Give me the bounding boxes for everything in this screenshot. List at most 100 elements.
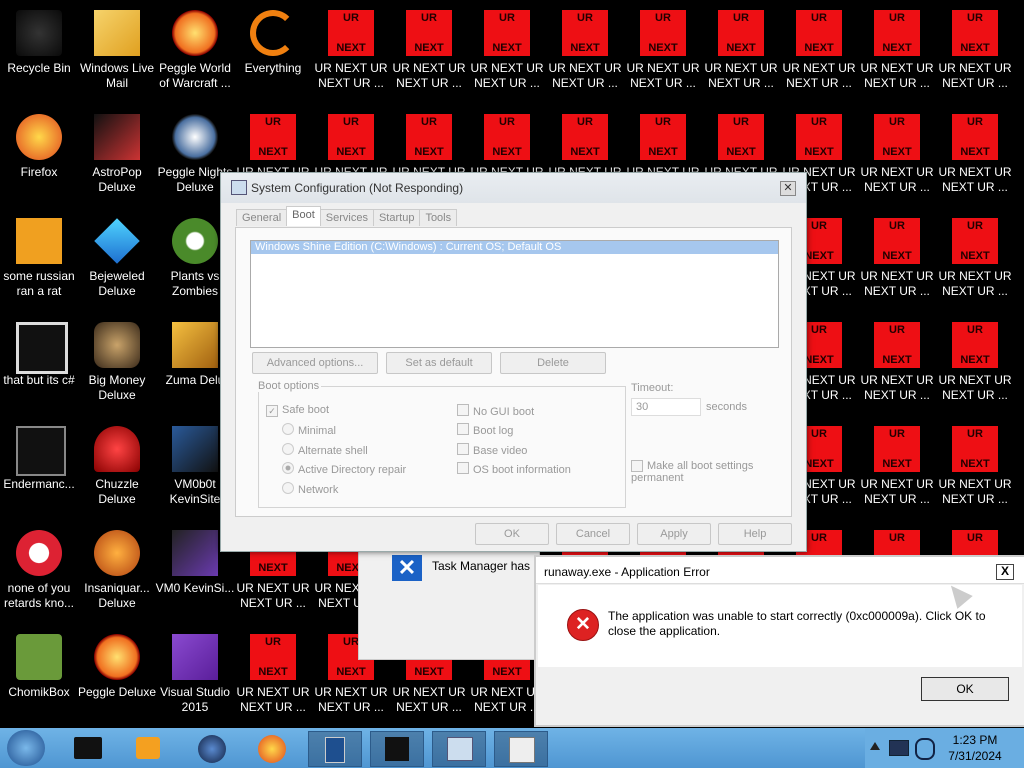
desktop-icon-ur-next[interactable]: UR NEXT UR NEXT URNEXT UR ... [936, 214, 1014, 314]
no-gui-boot-checkbox[interactable]: No GUI boot [457, 404, 534, 418]
desktop-icon-ur-next[interactable]: UR NEXT UR NEXT URNEXT UR ... [936, 422, 1014, 522]
desktop-icon-peggle-wow[interactable]: Peggle World of Warcraft ... [156, 6, 234, 106]
desktop-icon-ur-next[interactable]: UR NEXT UR NEXT URNEXT UR ... [858, 6, 936, 106]
apply-button[interactable]: Apply [637, 523, 711, 545]
tab-general[interactable]: General [236, 209, 288, 226]
tab-startup[interactable]: Startup [372, 209, 421, 226]
ur-text: UR [655, 116, 671, 128]
desktop-icon-chomikbox[interactable]: ChomikBox [0, 630, 78, 730]
os-list[interactable]: Windows Shine Edition (C:\Windows) : Cur… [250, 240, 779, 348]
close-button[interactable]: X [996, 564, 1014, 580]
desktop-icon-ur-next[interactable]: UR NEXT UR NEXT URNEXT UR ... [936, 110, 1014, 210]
next-text: NEXT [258, 146, 288, 158]
start-button[interactable] [7, 730, 45, 766]
make-permanent-checkbox[interactable]: Make all boot settings permanent [631, 460, 771, 484]
desktop-icon-ur-next[interactable]: UR NEXT UR NEXT URNEXT UR ... [858, 214, 936, 314]
next-text: NEXT [414, 146, 444, 158]
ur-next-label-line2: NEXT UR ... [942, 388, 1008, 402]
taskbar-explorer-icon[interactable] [62, 731, 114, 765]
os-boot-info-checkbox[interactable]: OS boot information [457, 462, 571, 476]
ur-next-label: UR NEXT URNEXT UR ... [544, 61, 626, 91]
ok-button[interactable]: OK [921, 677, 1009, 701]
ur-next-label-line2: NEXT UR ... [942, 492, 1008, 506]
network-radio[interactable]: Network [282, 482, 338, 496]
recycle-bin-icon [16, 10, 62, 56]
ur-next-label-line1: UR NEXT UR [860, 269, 934, 283]
help-button[interactable]: Help [718, 523, 792, 545]
ad-repair-radio[interactable]: Active Directory repair [282, 462, 406, 476]
tab-services[interactable]: Services [319, 209, 374, 226]
ur-next-label-line2: NEXT UR ... [864, 388, 930, 402]
game-icon [172, 322, 218, 368]
close-button[interactable]: ✕ [780, 181, 796, 196]
clock[interactable]: 1:23 PM 7/31/2024 [935, 732, 1015, 764]
desktop-icon-ur-next[interactable]: UR NEXT UR NEXT URNEXT UR ... [936, 6, 1014, 106]
ur-text: UR [967, 324, 983, 336]
desktop-icon-ur-next[interactable]: UR NEXT UR NEXT URNEXT UR ... [858, 422, 936, 522]
desktop-icon-astropop[interactable]: AstroPop Deluxe [78, 110, 156, 210]
desktop-icon-ur-next[interactable]: UR NEXT UR NEXT URNEXT UR ... [624, 6, 702, 106]
desktop-icon-recycle-bin[interactable]: Recycle Bin [0, 6, 78, 106]
desktop-icon-ur-next[interactable]: UR NEXT UR NEXT URNEXT UR ... [702, 6, 780, 106]
error-title-bar[interactable]: runaway.exe - Application Error X [536, 557, 1024, 584]
ur-next-icon: UR NEXT [484, 10, 530, 56]
ur-next-icon: UR NEXT [406, 114, 452, 160]
desktop-icon-ur-next[interactable]: UR NEXT UR NEXT URNEXT UR ... [936, 318, 1014, 418]
minimal-radio[interactable]: Minimal [282, 423, 336, 437]
plant-icon [172, 218, 218, 264]
base-video-checkbox[interactable]: Base video [457, 443, 527, 457]
desktop-icon-insaniquarium[interactable]: Insaniquar... Deluxe [78, 526, 156, 626]
desktop-icon-big-money[interactable]: Big Money Deluxe [78, 318, 156, 418]
taskbar-item-3[interactable] [432, 731, 486, 767]
desktop-icon-windows-live-mail[interactable]: Windows Live Mail [78, 6, 156, 106]
error-x-icon: ✕ [392, 555, 422, 581]
desktop-icon-ur-next[interactable]: UR NEXT UR NEXT URNEXT UR ... [234, 630, 312, 730]
desktop-icon-ur-next[interactable]: UR NEXT UR NEXT URNEXT UR ... [780, 6, 858, 106]
next-text: NEXT [882, 42, 912, 54]
alternate-shell-radio[interactable]: Alternate shell [282, 443, 368, 457]
ur-next-label: UR NEXT URNEXT UR ... [232, 685, 314, 715]
advanced-options-button[interactable]: Advanced options... [252, 352, 378, 374]
desktop-icon-some-russian[interactable]: some russian ran a rat [0, 214, 78, 314]
desktop-icon-everything[interactable]: Everything [234, 6, 312, 106]
os-list-item[interactable]: Windows Shine Edition (C:\Windows) : Cur… [251, 241, 778, 254]
taskbar-media-icon[interactable] [122, 731, 174, 765]
taskbar-firefox-icon[interactable] [246, 731, 298, 765]
taskbar-globe-icon[interactable] [186, 731, 238, 765]
cancel-button[interactable]: Cancel [556, 523, 630, 545]
radio-icon [282, 423, 294, 435]
title-bar[interactable]: System Configuration (Not Responding) ✕ [221, 173, 806, 203]
boot-log-checkbox[interactable]: Boot log [457, 423, 513, 437]
set-default-button[interactable]: Set as default [386, 352, 492, 374]
desktop-icon-visual-studio[interactable]: Visual Studio 2015 [156, 630, 234, 730]
taskbar-item-1[interactable] [308, 731, 362, 767]
delete-button[interactable]: Delete [500, 352, 606, 374]
timeout-input[interactable]: 30 [631, 398, 701, 416]
desktop-icon-firefox[interactable]: Firefox [0, 110, 78, 210]
show-hidden-icons-icon[interactable] [870, 742, 880, 750]
desktop-icon-endermanc[interactable]: Endermanc... [0, 422, 78, 522]
safe-boot-checkbox[interactable]: ✓ Safe boot [266, 404, 329, 417]
ok-button[interactable]: OK [475, 523, 549, 545]
ur-next-icon: UR NEXT [874, 114, 920, 160]
desktop-icon-bejeweled[interactable]: Bejeweled Deluxe [78, 214, 156, 314]
tab-tools[interactable]: Tools [419, 209, 458, 226]
desktop-icon-that-but-its-csharp[interactable]: that but its c# [0, 318, 78, 418]
application-error-dialog[interactable]: runaway.exe - Application Error X ✕ The … [534, 555, 1024, 727]
volume-icon[interactable] [915, 738, 935, 760]
network-icon[interactable] [889, 740, 909, 756]
ur-next-label: UR NEXT URNEXT UR ... [934, 61, 1016, 91]
tab-boot[interactable]: Boot [286, 206, 321, 226]
desktop-icon-ur-next[interactable]: UR NEXT UR NEXT URNEXT UR ... [858, 110, 936, 210]
desktop-icon-ur-next[interactable]: UR NEXT UR NEXT URNEXT UR ... [546, 6, 624, 106]
desktop-icon-none-of-you[interactable]: none of you retards kno... [0, 526, 78, 626]
desktop-icon-ur-next[interactable]: UR NEXT UR NEXT URNEXT UR ... [858, 318, 936, 418]
desktop-icon-ur-next[interactable]: UR NEXT UR NEXT URNEXT UR ... [468, 6, 546, 106]
desktop-icon-peggle-deluxe[interactable]: Peggle Deluxe [78, 630, 156, 730]
system-configuration-window[interactable]: System Configuration (Not Responding) ✕ … [220, 172, 807, 552]
desktop-icon-ur-next[interactable]: UR NEXT UR NEXT URNEXT UR ... [390, 6, 468, 106]
desktop-icon-ur-next[interactable]: UR NEXT UR NEXT URNEXT UR ... [312, 6, 390, 106]
taskbar-item-4[interactable] [494, 731, 548, 767]
desktop-icon-chuzzle[interactable]: Chuzzle Deluxe [78, 422, 156, 522]
taskbar-item-2[interactable] [370, 731, 424, 767]
